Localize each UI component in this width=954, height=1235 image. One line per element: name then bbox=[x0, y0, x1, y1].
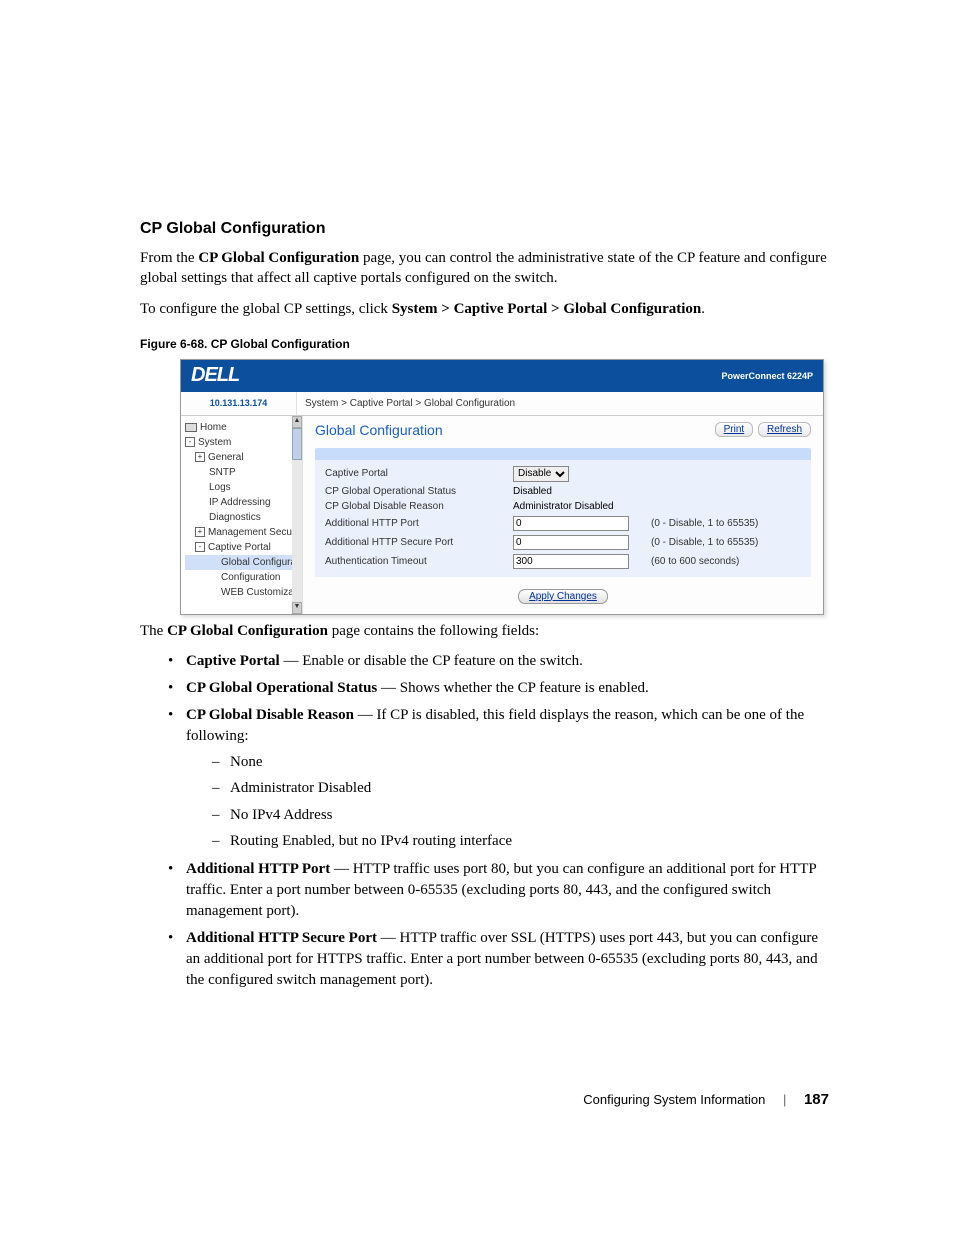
reason-sublist: None Administrator Disabled No IPv4 Addr… bbox=[186, 751, 829, 853]
collapse-icon[interactable]: - bbox=[185, 437, 195, 447]
text: page contains the following fields: bbox=[328, 623, 539, 639]
section-heading: CP Global Configuration bbox=[140, 220, 829, 238]
collapse-icon[interactable]: - bbox=[195, 542, 205, 552]
dell-logo: DELL bbox=[191, 364, 239, 387]
field-label: CP Global Disable Reason bbox=[321, 499, 509, 514]
field-hint: (0 - Disable, 1 to 65535) bbox=[647, 533, 805, 552]
intro-paragraph-2: To configure the global CP settings, cli… bbox=[140, 299, 829, 319]
scroll-up-icon[interactable]: ▲ bbox=[292, 416, 302, 428]
tree-logs[interactable]: Logs bbox=[185, 480, 300, 495]
list-item: No IPv4 Address bbox=[212, 804, 829, 827]
tree-mgmt-security[interactable]: +Management Securit bbox=[185, 525, 300, 540]
intro-paragraph-1: From the CP Global Configuration page, y… bbox=[140, 248, 829, 289]
item-term: Additional HTTP Secure Port bbox=[186, 930, 377, 946]
tree-diagnostics[interactable]: Diagnostics bbox=[185, 510, 300, 525]
captive-portal-select[interactable]: Disable bbox=[513, 466, 569, 482]
apply-changes-button[interactable]: Apply Changes bbox=[518, 589, 608, 604]
footer-separator: | bbox=[783, 1092, 786, 1107]
list-item: Routing Enabled, but no IPv4 routing int… bbox=[212, 830, 829, 853]
tree-configuration[interactable]: Configuration bbox=[185, 570, 300, 585]
list-item: Captive Portal — Enable or disable the C… bbox=[168, 651, 829, 672]
tree-global-config[interactable]: Global Configurati bbox=[185, 555, 300, 570]
text: From the bbox=[140, 250, 198, 266]
tree-general[interactable]: +General bbox=[185, 450, 300, 465]
field-hint: (60 to 600 seconds) bbox=[647, 552, 805, 571]
field-label: Additional HTTP Secure Port bbox=[321, 533, 509, 552]
breadcrumb: System > Captive Portal > Global Configu… bbox=[297, 392, 823, 415]
config-form: Captive Portal Disable CP Global Operati… bbox=[315, 460, 811, 577]
field-label: Additional HTTP Port bbox=[321, 514, 509, 533]
list-item: CP Global Disable Reason — If CP is disa… bbox=[168, 705, 829, 853]
tree-web-customization[interactable]: WEB Customizat bbox=[185, 585, 300, 600]
screenshot-figure: DELL PowerConnect 6224P 10.131.13.174 Sy… bbox=[180, 359, 824, 615]
tree-home[interactable]: Home bbox=[185, 420, 300, 435]
tree-label: Home bbox=[200, 422, 227, 433]
expand-icon[interactable]: + bbox=[195, 452, 205, 462]
text-bold: CP Global Configuration bbox=[167, 623, 328, 639]
tree-scrollbar[interactable]: ▲ ▼ bbox=[292, 416, 302, 614]
text: To configure the global CP settings, cli… bbox=[140, 301, 392, 317]
device-ip: 10.131.13.174 bbox=[181, 392, 297, 415]
http-port-input[interactable] bbox=[513, 516, 629, 531]
tree-system[interactable]: -System bbox=[185, 435, 300, 450]
text: The bbox=[140, 623, 167, 639]
tree-label: System bbox=[198, 437, 231, 448]
item-desc: — Shows whether the CP feature is enable… bbox=[377, 680, 648, 696]
text: . bbox=[701, 301, 705, 317]
figure-caption: Figure 6-68. CP Global Configuration bbox=[140, 337, 829, 351]
list-item: Additional HTTP Port — HTTP traffic uses… bbox=[168, 859, 829, 922]
product-label: PowerConnect 6224P bbox=[721, 371, 813, 381]
page-footer: Configuring System Information | 187 bbox=[140, 1091, 829, 1108]
fields-intro: The CP Global Configuration page contain… bbox=[140, 621, 829, 641]
home-icon bbox=[185, 423, 197, 432]
field-list: Captive Portal — Enable or disable the C… bbox=[140, 651, 829, 991]
text-bold: CP Global Configuration bbox=[198, 250, 359, 266]
https-port-input[interactable] bbox=[513, 535, 629, 550]
screenshot-header: DELL PowerConnect 6224P bbox=[181, 360, 823, 392]
field-label: Authentication Timeout bbox=[321, 552, 509, 571]
item-term: CP Global Disable Reason bbox=[186, 707, 354, 723]
list-item: Administrator Disabled bbox=[212, 777, 829, 800]
tree-label: Captive Portal bbox=[208, 542, 271, 553]
footer-section-name: Configuring System Information bbox=[583, 1092, 765, 1107]
panel-title: Global Configuration bbox=[315, 422, 443, 438]
refresh-button[interactable]: Refresh bbox=[758, 422, 811, 437]
text-bold: System > Captive Portal > Global Configu… bbox=[392, 301, 702, 317]
screenshot-subheader: 10.131.13.174 System > Captive Portal > … bbox=[181, 392, 823, 416]
tree-ip-addressing[interactable]: IP Addressing bbox=[185, 495, 300, 510]
print-button[interactable]: Print bbox=[715, 422, 754, 437]
list-item: None bbox=[212, 751, 829, 774]
screenshot-main: Global Configuration Print Refresh Capti… bbox=[303, 416, 823, 614]
item-desc: — Enable or disable the CP feature on th… bbox=[280, 653, 583, 669]
panel-tab bbox=[315, 448, 811, 460]
item-term: Captive Portal bbox=[186, 653, 280, 669]
item-term: Additional HTTP Port bbox=[186, 861, 330, 877]
field-hint: (0 - Disable, 1 to 65535) bbox=[647, 514, 805, 533]
page-number: 187 bbox=[804, 1091, 829, 1108]
scroll-down-icon[interactable]: ▼ bbox=[292, 602, 302, 614]
tree-label: General bbox=[208, 452, 244, 463]
tree-captive-portal[interactable]: -Captive Portal bbox=[185, 540, 300, 555]
tree-sntp[interactable]: SNTP bbox=[185, 465, 300, 480]
field-label: Captive Portal bbox=[321, 464, 509, 484]
field-value: Disabled bbox=[509, 484, 647, 499]
field-value: Administrator Disabled bbox=[509, 499, 647, 514]
list-item: Additional HTTP Secure Port — HTTP traff… bbox=[168, 928, 829, 991]
scroll-thumb[interactable] bbox=[292, 428, 302, 460]
nav-tree: Home -System +General SNTP Logs IP Addre… bbox=[181, 416, 303, 614]
expand-icon[interactable]: + bbox=[195, 527, 205, 537]
tree-label: Management Securit bbox=[208, 527, 300, 538]
item-term: CP Global Operational Status bbox=[186, 680, 377, 696]
list-item: CP Global Operational Status — Shows whe… bbox=[168, 678, 829, 699]
field-label: CP Global Operational Status bbox=[321, 484, 509, 499]
auth-timeout-input[interactable] bbox=[513, 554, 629, 569]
